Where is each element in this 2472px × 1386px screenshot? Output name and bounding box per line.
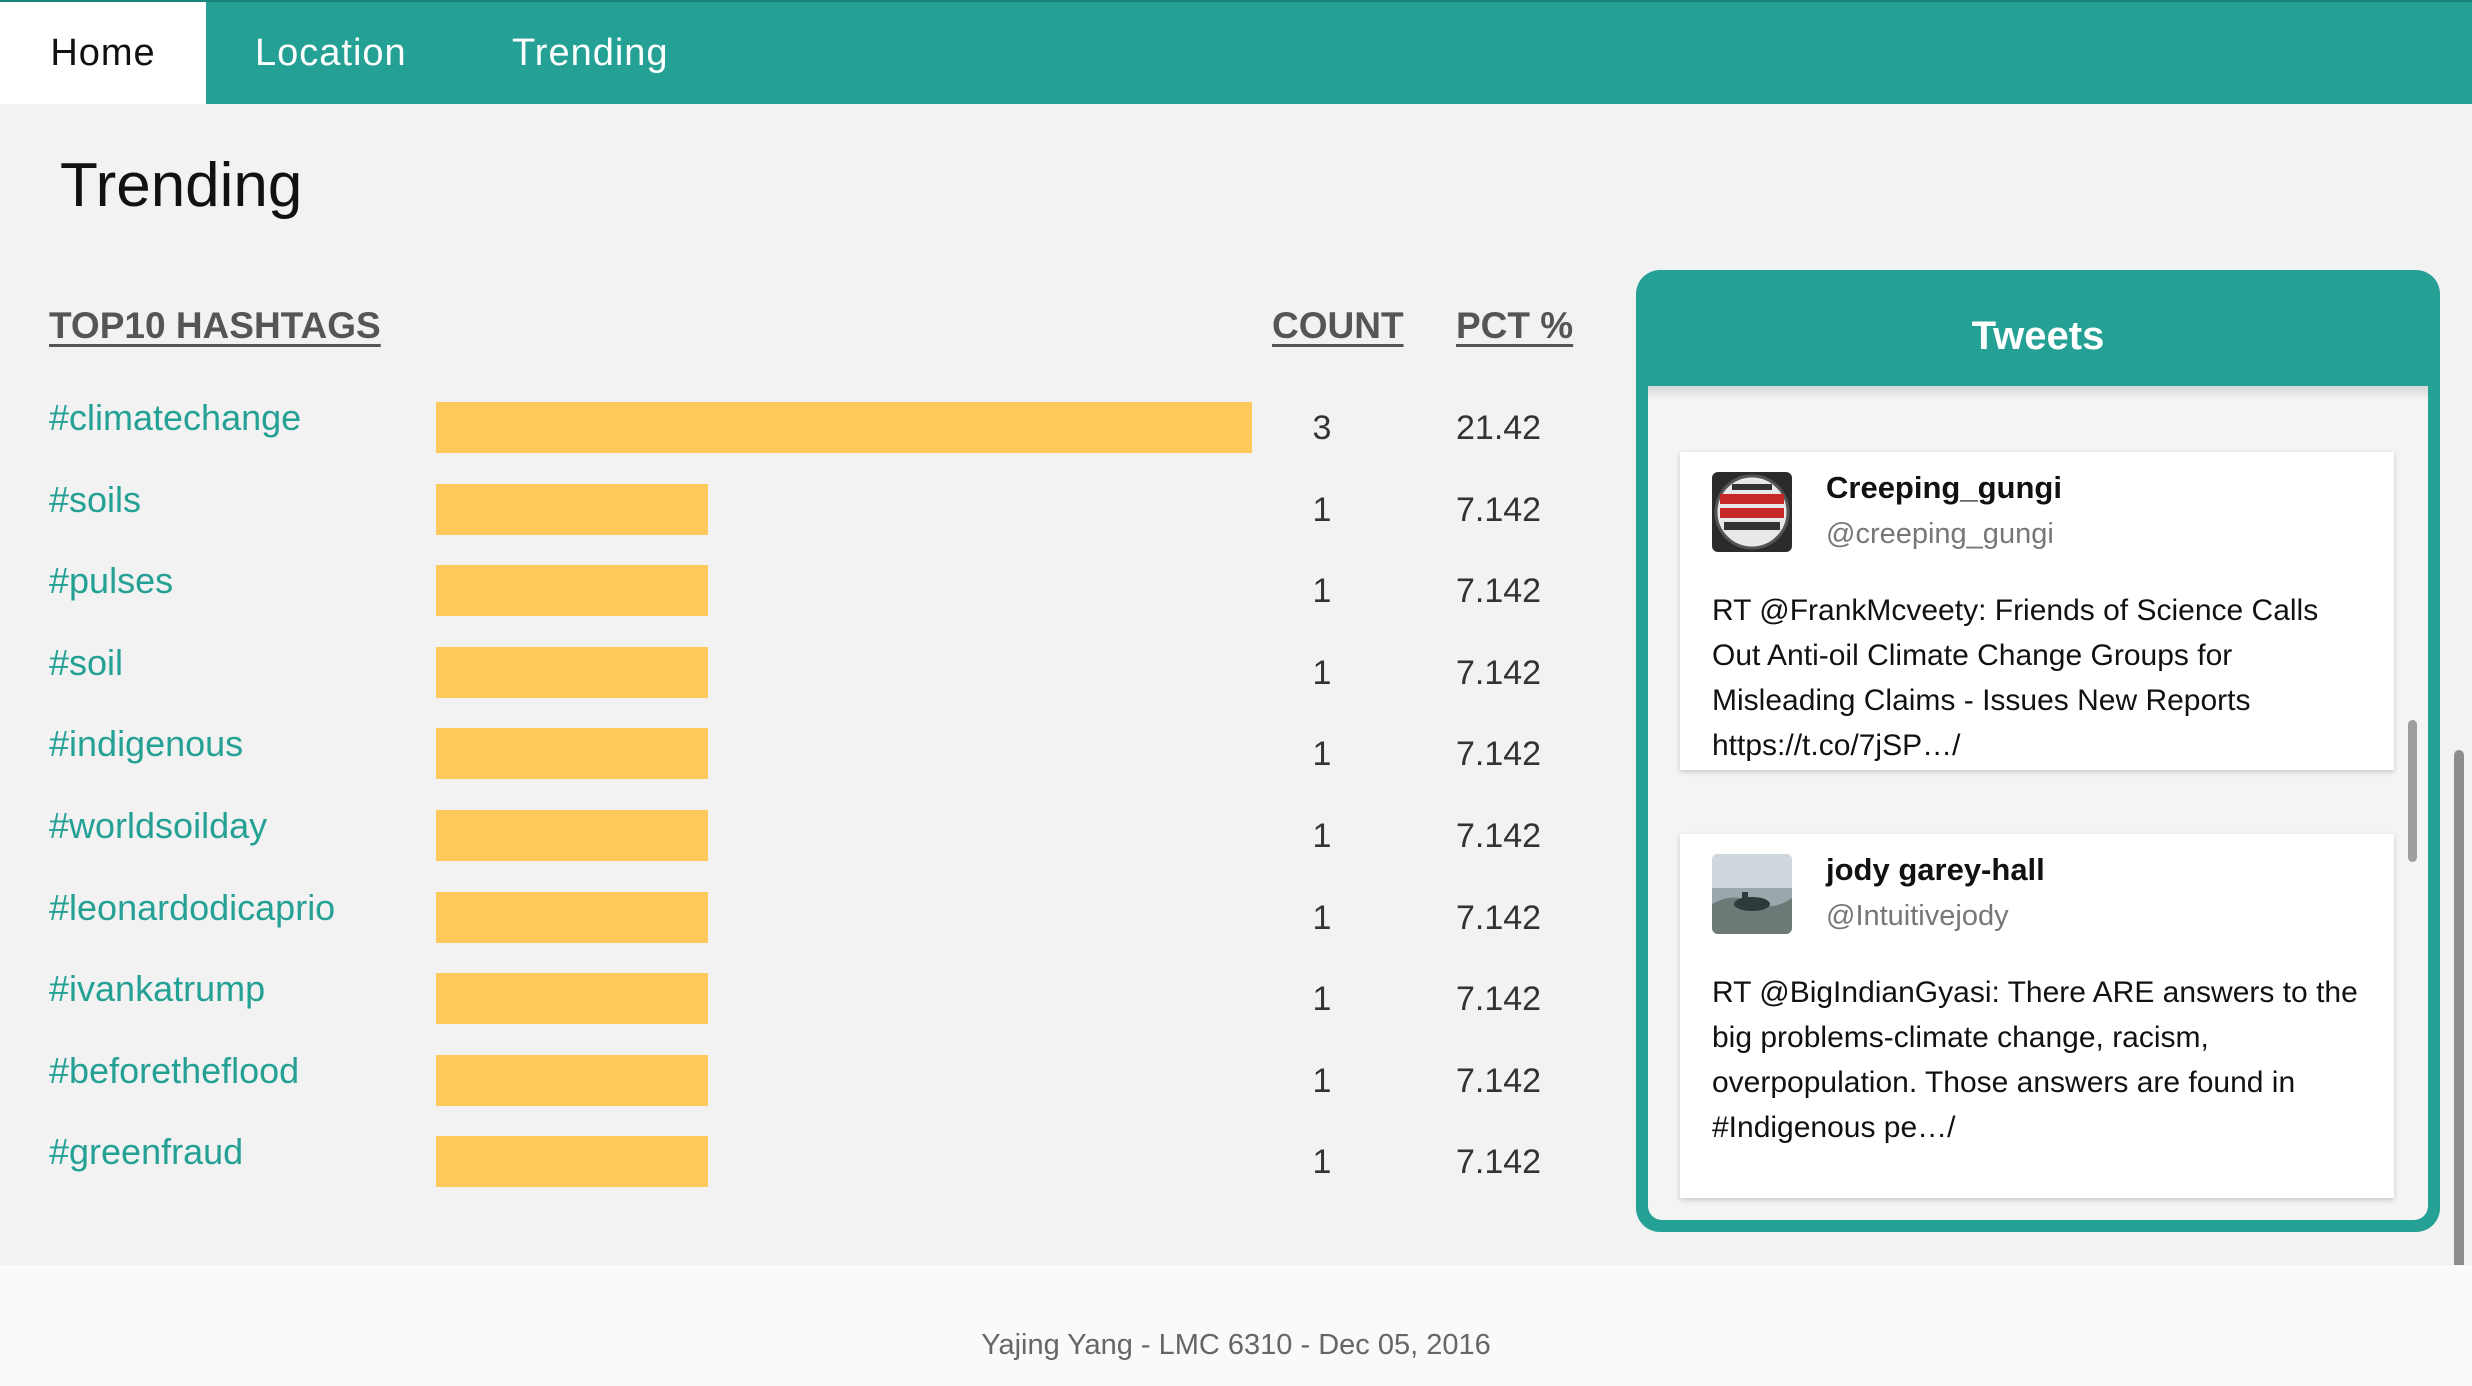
hashtag-link[interactable]: #worldsoilday: [49, 796, 267, 856]
hashtag-count: 1: [1312, 572, 1332, 611]
table-row: #climatechange 3 21.42: [0, 397, 1600, 484]
hashtag-link[interactable]: #indigenous: [49, 714, 243, 774]
top-nav: Home Location Trending: [0, 0, 2472, 104]
hashtag-count: 1: [1312, 735, 1332, 774]
hashtag-link[interactable]: #soil: [49, 633, 123, 693]
hashtag-bar: [436, 973, 708, 1025]
nav-location[interactable]: Location: [255, 2, 407, 104]
table-row: #pulses 1 7.142: [0, 560, 1600, 647]
hashtag-link[interactable]: #leonardodicaprio: [49, 878, 335, 938]
avatar: [1712, 854, 1792, 934]
hashtag-bar: [436, 646, 708, 698]
nav-home[interactable]: Home: [0, 2, 206, 104]
hashtag-link[interactable]: #climatechange: [49, 388, 301, 448]
hashtag-pct: 7.142: [1456, 1061, 1542, 1100]
nav-trending[interactable]: Trending: [512, 2, 669, 104]
avatar-badge-icon: [1712, 472, 1792, 552]
page-title: Trending: [60, 151, 303, 220]
panel-shadow: [1648, 386, 2428, 400]
footer-text: Yajing Yang - LMC 6310 - Dec 05, 2016: [981, 1329, 1491, 1361]
hashtag-bar: [436, 483, 708, 535]
hashtag-pct: 21.42: [1456, 409, 1542, 447]
hashtag-bar: [436, 565, 708, 617]
hashtag-bar: [436, 402, 1252, 453]
tweet-author-name[interactable]: Creeping_gungi: [1826, 470, 2062, 506]
hashtag-count: 1: [1312, 1143, 1332, 1182]
tweet-text: RT @FrankMcveety: Friends of Science Cal…: [1712, 594, 2319, 762]
hashtag-count: 1: [1312, 980, 1332, 1019]
avatar: [1712, 472, 1792, 552]
hashtag-bar: [436, 1054, 708, 1106]
tweet-card[interactable]: jody garey-hall @Intuitivejody RT @BigIn…: [1680, 834, 2394, 1198]
hashtag-count: 1: [1312, 817, 1332, 855]
tweets-panel: Tweets Creeping_gungi @creeping_gungi RT…: [1636, 270, 2440, 1232]
table-row: #greenfraud 1 7.142: [0, 1131, 1600, 1218]
hashtag-pct: 7.142: [1456, 898, 1542, 937]
tweet-author-handle[interactable]: @creeping_gungi: [1826, 518, 2054, 551]
hashtag-pct: 7.142: [1456, 980, 1542, 1019]
hashtag-link[interactable]: #pulses: [49, 551, 173, 611]
tweet-author-handle[interactable]: @Intuitivejody: [1826, 900, 2009, 933]
hashtag-pct: 7.142: [1456, 735, 1542, 774]
hashtag-pct: 7.142: [1456, 1143, 1542, 1182]
tweet-author-name[interactable]: jody garey-hall: [1826, 852, 2045, 888]
tweet-text: RT @BigIndianGyasi: There ARE answers to…: [1712, 976, 2358, 1144]
tweets-panel-title: Tweets: [1971, 314, 2105, 358]
hashtag-link[interactable]: #soils: [49, 470, 141, 530]
hashtag-link[interactable]: #ivankatrump: [49, 959, 265, 1019]
tweets-scrollbar[interactable]: [2408, 720, 2417, 862]
header-pct: PCT %: [1456, 305, 1574, 346]
avatar-photo-icon: [1712, 854, 1792, 934]
hashtag-bar: [436, 728, 708, 780]
hashtag-pct: 7.142: [1456, 653, 1542, 692]
hashtag-count: 1: [1312, 1061, 1332, 1100]
hashtag-count: 1: [1312, 898, 1332, 937]
hashtag-pct: 7.142: [1456, 490, 1542, 529]
header-hashtags: TOP10 HASHTAGS: [49, 305, 381, 346]
hashtag-pct: 7.142: [1456, 572, 1542, 611]
header-count: COUNT: [1272, 305, 1404, 346]
hashtag-count: 1: [1312, 653, 1332, 692]
table-row: #soils 1 7.142: [0, 479, 1600, 566]
tweets-list[interactable]: Creeping_gungi @creeping_gungi RT @Frank…: [1648, 386, 2428, 1220]
footer: Yajing Yang - LMC 6310 - Dec 05, 2016: [0, 1265, 2472, 1386]
hashtag-count: 3: [1312, 409, 1332, 447]
hashtag-pct: 7.142: [1456, 817, 1542, 855]
hashtag-link[interactable]: #beforetheflood: [49, 1041, 299, 1101]
hashtag-bar: [436, 1136, 708, 1188]
tweet-card[interactable]: Creeping_gungi @creeping_gungi RT @Frank…: [1680, 452, 2394, 770]
hashtag-link[interactable]: #greenfraud: [49, 1122, 243, 1182]
hashtag-bar: [436, 810, 708, 861]
hashtag-bar: [436, 891, 708, 943]
hashtag-count: 1: [1312, 490, 1332, 529]
